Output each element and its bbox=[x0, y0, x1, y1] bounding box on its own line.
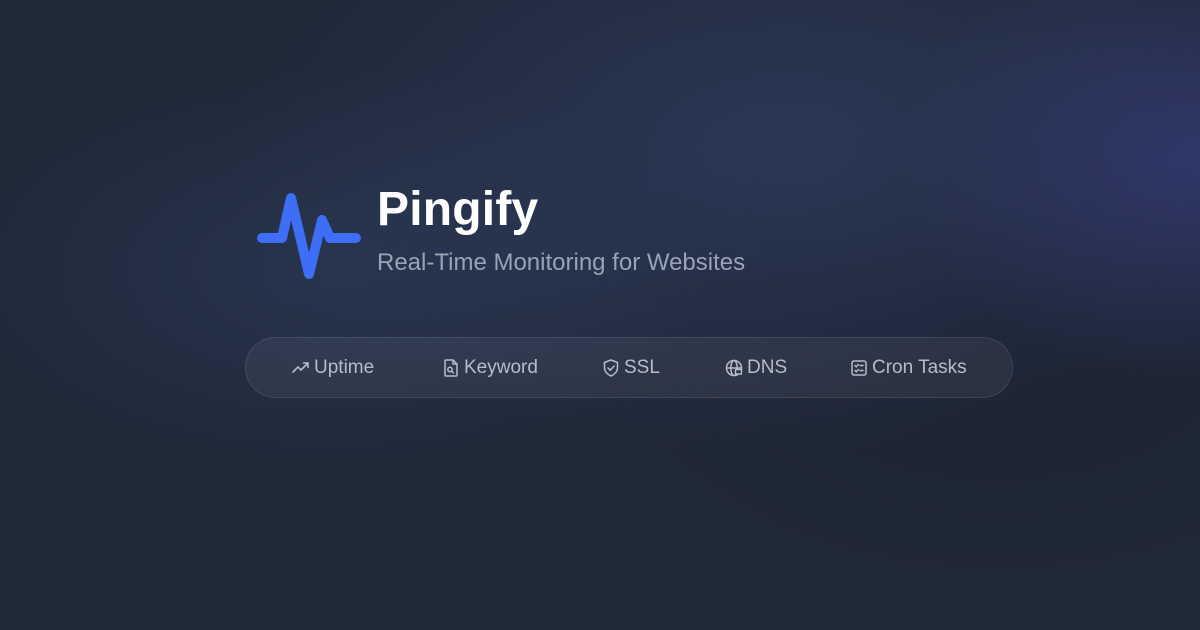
app-title: Pingify bbox=[377, 183, 539, 236]
checklist-icon bbox=[849, 358, 869, 378]
globe-icon bbox=[724, 358, 744, 378]
feature-label: DNS bbox=[747, 356, 788, 378]
feature-cron-tasks: Cron Tasks bbox=[849, 338, 967, 397]
feature-label: Cron Tasks bbox=[872, 356, 967, 378]
shield-check-icon bbox=[601, 358, 621, 378]
pulse-icon bbox=[257, 193, 361, 279]
feature-uptime: Uptime bbox=[291, 338, 374, 397]
feature-label: SSL bbox=[624, 356, 660, 378]
feature-pill-bar: Uptime Keyword SSL DNS Cron Tasks bbox=[245, 337, 1013, 398]
feature-keyword: Keyword bbox=[441, 338, 538, 397]
feature-ssl: SSL bbox=[601, 338, 660, 397]
trending-up-icon bbox=[291, 358, 311, 378]
feature-dns: DNS bbox=[724, 338, 787, 397]
background bbox=[0, 0, 1200, 630]
brand-text: Pingify Real-Time Monitoring for Website… bbox=[377, 182, 745, 278]
tagline: Real-Time Monitoring for Websites bbox=[377, 249, 746, 276]
file-search-icon bbox=[441, 358, 461, 378]
feature-label: Uptime bbox=[314, 356, 375, 378]
brand-header: Pingify Real-Time Monitoring for Website… bbox=[257, 182, 745, 286]
feature-label: Keyword bbox=[464, 356, 538, 378]
